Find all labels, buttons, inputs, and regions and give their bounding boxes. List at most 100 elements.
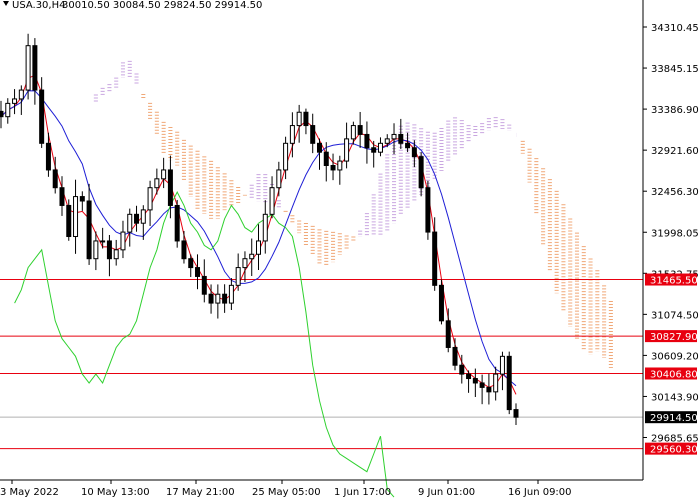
price-tag-label: 29560.30 — [650, 445, 698, 456]
time-axis[interactable]: 3 May 2022 10 May 13:00 17 May 21:00 25 May… — [0, 480, 572, 498]
candle-body — [154, 178, 160, 189]
candle-body — [106, 240, 112, 260]
candle-body — [377, 142, 383, 153]
candle-body — [269, 187, 275, 215]
candle-body — [452, 346, 458, 366]
candle-body — [113, 249, 119, 260]
candle-body — [201, 275, 207, 295]
candle-body — [479, 382, 485, 388]
candle-body — [18, 89, 24, 100]
candle-body — [411, 147, 417, 158]
candle-body — [134, 213, 140, 224]
price-axis[interactable]: 34310.45 33845.15 33386.90 32921.60 32456.30… — [643, 23, 699, 445]
chart-window[interactable]: 34310.45 33845.15 33386.90 32921.60 32456.30… — [0, 0, 700, 500]
candle-body — [45, 142, 51, 171]
indicator-lines — [0, 74, 517, 498]
time-tick-label: 1 Jun 17:00 — [334, 487, 391, 498]
candle-body — [100, 240, 106, 243]
candle-body — [405, 142, 411, 149]
candle-body — [120, 231, 126, 251]
candle-body — [438, 284, 444, 322]
candle-body — [242, 258, 248, 269]
price-chart[interactable]: 34310.45 33845.15 33386.90 32921.60 32456.30… — [0, 0, 700, 500]
candle-body — [167, 169, 173, 206]
candle-body — [228, 284, 234, 304]
candle-body — [384, 138, 390, 144]
price-tag-label: 30406.80 — [650, 369, 698, 380]
price-tick-label: 30609.20 — [651, 351, 699, 362]
candle-body — [364, 133, 370, 149]
candle-body — [188, 258, 194, 269]
price-tick-label: 34310.45 — [651, 23, 699, 34]
candle-body — [235, 267, 241, 286]
candle-body — [79, 196, 85, 202]
price-tick-label: 32921.60 — [651, 146, 699, 157]
symbol-triangle-icon — [3, 1, 9, 6]
candle-body — [208, 293, 214, 304]
candle-body — [52, 169, 58, 189]
candle-body — [147, 187, 153, 211]
time-tick-label: 17 May 21:00 — [166, 487, 235, 498]
candle-body — [276, 169, 282, 189]
candle-body — [486, 386, 492, 393]
candle-body — [12, 98, 18, 104]
candle-body — [140, 209, 146, 224]
price-tick-label: 30143.90 — [651, 392, 699, 403]
candle-body — [195, 267, 201, 277]
time-tick-label: 3 May 2022 — [0, 487, 59, 498]
candlesticks — [0, 33, 519, 426]
candle-body — [222, 293, 228, 304]
price-tick-label: 31998.05 — [651, 228, 699, 239]
candle-body — [174, 204, 180, 242]
candle-body — [499, 355, 505, 375]
candle-body — [445, 320, 451, 348]
candle-body — [283, 142, 289, 171]
time-tick-label: 10 May 13:00 — [81, 487, 150, 498]
candle-body — [323, 151, 329, 167]
candle-body — [391, 133, 397, 140]
ichimoku-cloud — [93, 60, 613, 368]
candle-body — [337, 160, 343, 171]
candle-body — [344, 138, 350, 162]
candle-body — [459, 364, 465, 375]
candle-body — [513, 409, 519, 418]
price-tick-label: 33845.15 — [651, 64, 699, 75]
symbol-timeframe: USA.30,H4 — [12, 0, 65, 11]
price-tick-label: 31074.50 — [651, 310, 699, 321]
candle-body — [432, 231, 438, 286]
ohlc-values: 30010.50 30084.50 29824.50 29914.50 — [62, 0, 262, 11]
price-tick-label: 32456.30 — [651, 187, 699, 198]
candle-body — [398, 133, 404, 144]
candle-body — [161, 169, 167, 180]
candle-body — [310, 125, 316, 144]
price-tag-label: 29914.50 — [650, 413, 698, 424]
candle-body — [472, 378, 478, 384]
candle-body — [181, 240, 187, 260]
candle-body — [66, 204, 72, 238]
price-tag-label: 30827.90 — [650, 332, 698, 343]
candle-body — [73, 196, 79, 238]
candle-body — [249, 253, 255, 260]
candle-body — [350, 125, 356, 140]
candle-body — [357, 125, 363, 135]
candle-body — [86, 200, 92, 260]
candle-body — [0, 110, 4, 118]
candle-body — [330, 165, 336, 171]
candle-body — [418, 156, 424, 189]
candle-body — [25, 45, 31, 91]
time-tick-label: 16 Jun 09:00 — [508, 487, 572, 498]
candle-body — [93, 240, 99, 260]
chikou-line — [14, 191, 395, 498]
time-tick-label: 25 May 05:00 — [252, 487, 321, 498]
candle-body — [127, 213, 133, 233]
horizontal-levels — [0, 279, 643, 450]
candle-body — [493, 373, 499, 393]
candle-body — [371, 147, 377, 153]
candle-body — [303, 111, 309, 127]
price-tags: 31465.50 30827.90 30406.80 29914.50 29560.30 — [645, 273, 698, 456]
candle-body — [316, 142, 322, 153]
candle-body — [506, 355, 512, 411]
candle-body — [466, 373, 472, 380]
candle-body — [289, 125, 295, 144]
candle-body — [425, 187, 431, 233]
